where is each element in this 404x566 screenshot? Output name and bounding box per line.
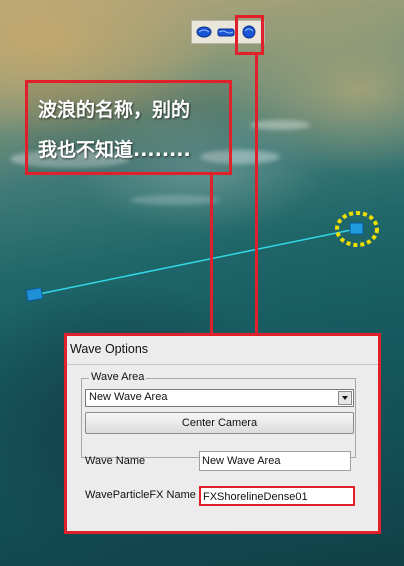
wave-options-dialog: Wave Options Wave Area New Wave Area Cen… bbox=[64, 333, 381, 534]
wave-path-line bbox=[33, 228, 357, 296]
wave-brush-icon[interactable] bbox=[195, 24, 213, 40]
wave-area-select[interactable]: New Wave Area bbox=[85, 389, 354, 407]
wave-name-field[interactable]: New Wave Area bbox=[199, 451, 351, 471]
wave-name-label: Wave Name bbox=[85, 455, 146, 467]
chevron-down-icon[interactable] bbox=[338, 391, 352, 405]
wave-area-selected-value: New Wave Area bbox=[89, 391, 168, 403]
annotation-connector bbox=[255, 55, 258, 334]
annotation-callout: 波浪的名称，别的 我也不知道........ bbox=[25, 80, 232, 175]
center-camera-button[interactable]: Center Camera bbox=[85, 412, 354, 434]
particle-fx-field[interactable]: FXShorelineDense01 bbox=[199, 486, 355, 506]
callout-line-1: 波浪的名称，别的 bbox=[38, 99, 191, 121]
title-separator bbox=[67, 364, 378, 365]
wave-area-group-label: Wave Area bbox=[89, 371, 147, 383]
wave-start-handle bbox=[25, 287, 44, 302]
callout-line-2: 我也不知道........ bbox=[38, 139, 191, 161]
dialog-title: Wave Options bbox=[70, 342, 149, 356]
particle-fx-label: WaveParticleFX Name bbox=[85, 489, 196, 501]
wave-line-icon[interactable] bbox=[217, 24, 235, 40]
toolbar-highlight-box bbox=[235, 15, 264, 55]
wave-end-handle bbox=[349, 222, 364, 235]
